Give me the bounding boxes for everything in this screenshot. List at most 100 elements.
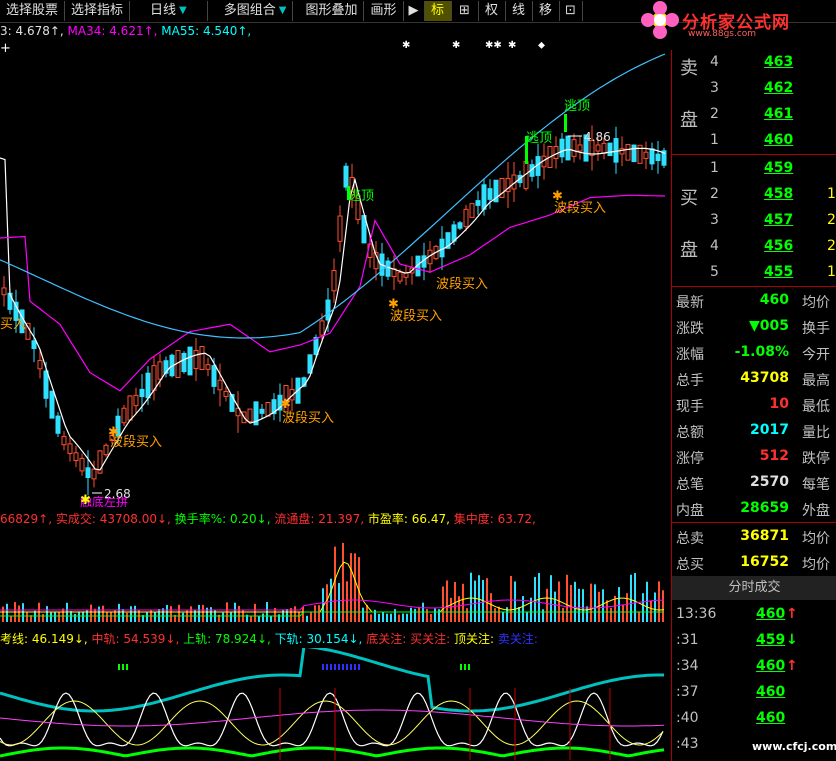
buy-order-row[interactable]: 3 457 2	[672, 208, 836, 234]
grid-icon[interactable]: ⊞	[452, 1, 479, 21]
volume-bar	[582, 589, 584, 622]
candle-body	[565, 135, 571, 161]
play-icon[interactable]: ▶	[404, 1, 425, 21]
volume-bar	[542, 609, 544, 622]
total-value: 36871	[740, 528, 789, 544]
volume-bar	[614, 595, 616, 622]
watermark: www.cfcj.com	[752, 740, 836, 753]
buy-label-4: 波段买入	[436, 277, 488, 292]
volume-bar	[562, 608, 564, 622]
overlay-button[interactable]: 图形叠加	[293, 1, 365, 21]
candle-body	[397, 271, 403, 282]
volume-chart[interactable]	[0, 526, 670, 626]
ma55-line	[0, 53, 666, 339]
volume-bar	[306, 615, 308, 622]
quote-extra-label: 跌停	[802, 451, 830, 467]
quote-row: 总额 2017 量比	[672, 418, 836, 444]
volume-bar	[230, 612, 232, 622]
candle-body	[121, 407, 127, 424]
candle-body	[457, 222, 463, 229]
select-stock-button[interactable]: 选择股票	[0, 1, 66, 21]
move-icon[interactable]: 移	[533, 1, 560, 21]
candle-body	[199, 345, 205, 371]
buy-order-row[interactable]: 4 456 2	[672, 234, 836, 260]
volume-bar	[58, 612, 60, 622]
quote-value: 2570	[750, 474, 789, 490]
quote-row: 涨停 512 跌停	[672, 444, 836, 470]
candle-body	[475, 200, 481, 206]
volume-bar	[442, 586, 444, 622]
order-volume: 1	[827, 264, 836, 280]
sell-order-row[interactable]: 3 462	[672, 76, 836, 102]
volume-bar	[54, 611, 56, 622]
candle-body	[331, 270, 337, 292]
tick-price: 460	[756, 606, 786, 622]
ma34-line	[0, 194, 666, 392]
quote-value: 512	[759, 448, 789, 464]
draw-button[interactable]: 画形	[364, 1, 404, 21]
line-icon[interactable]: 线	[506, 1, 533, 21]
peak-value: 4.86	[584, 130, 611, 144]
band-indicator-chart[interactable]	[0, 648, 670, 760]
buy-order-row[interactable]: 2 458 1	[672, 182, 836, 208]
volume-bar	[254, 603, 256, 622]
band-signal-mark	[346, 664, 348, 670]
window-icon[interactable]: ⊡	[560, 1, 583, 21]
quote-row: 最新 460 均价	[672, 288, 836, 314]
volume-bar	[618, 587, 620, 622]
buy-label-2: 波段买入	[282, 411, 334, 426]
tick-direction-icon: ↑	[786, 658, 798, 674]
volume-bar	[426, 608, 428, 622]
volume-bar	[250, 615, 252, 622]
sell-order-row[interactable]: 2 461	[672, 102, 836, 128]
band-signal-marks	[118, 664, 470, 670]
volume-bar	[466, 608, 468, 622]
sell-order-row[interactable]: 4 463	[672, 50, 836, 76]
candle-body	[187, 346, 193, 376]
period-dropdown[interactable]: 日线 ▼	[130, 1, 208, 21]
rights-icon[interactable]: 权	[479, 1, 506, 21]
volume-bar	[298, 611, 300, 622]
volume-bar	[418, 607, 420, 622]
float-shares: 流通盘: 21.397,	[274, 512, 365, 526]
candle-body	[139, 388, 145, 398]
volume-bar	[438, 609, 440, 622]
escape-label-1: 逃顶	[348, 189, 374, 204]
buy-order-row[interactable]: 1 459	[672, 156, 836, 182]
volume-bar	[170, 606, 172, 622]
candle-body	[73, 452, 79, 462]
volume-bar	[406, 613, 408, 622]
band-signal-mark	[322, 664, 324, 670]
candle-body	[469, 203, 475, 218]
volume-bar	[386, 613, 388, 622]
ma-legend: 3: 4.678↑, MA34: 4.621↑, MA55: 4.540↑,	[0, 24, 251, 38]
tick-time: 13:36	[676, 606, 717, 622]
candle-body	[31, 340, 37, 350]
site-logo: 分析家公式网 www.88gs.com	[636, 0, 836, 40]
kline-chart[interactable]: ✱ ✱ ✱✱ ✱ ⬥ 逃顶 逃顶 逃顶 4.86 ✱ 波段买入 ✱ 波段买入 ✱…	[0, 38, 670, 508]
total-value: 16752	[740, 554, 789, 570]
volume-bar	[590, 583, 592, 622]
multi-chart-dropdown[interactable]: 多图组合 ▼	[208, 1, 294, 21]
tick-row: :34 460 ↑	[672, 654, 836, 680]
mark-icon[interactable]: 标	[424, 1, 452, 21]
volume-bar	[130, 606, 132, 622]
chevron-down-icon: ▼	[278, 5, 287, 16]
volume-bar	[634, 573, 636, 622]
volume-bar	[398, 614, 400, 622]
select-indicator-button[interactable]: 选择指标	[65, 1, 131, 21]
quote-value: 28659	[740, 500, 789, 516]
volume-bar	[70, 611, 72, 622]
band-signal-mark	[126, 664, 128, 670]
volume-bar	[334, 546, 336, 622]
volume-bar	[74, 613, 76, 622]
candle-body	[205, 364, 211, 370]
buy-order-row[interactable]: 5 455 1	[672, 260, 836, 286]
top-watch-label: 顶关注:	[453, 632, 494, 646]
volume-bar	[474, 580, 476, 622]
tick-time: :34	[676, 658, 699, 674]
band-signal-mark	[122, 664, 124, 670]
volume-bar	[198, 604, 200, 622]
quote-value: 10	[769, 396, 789, 412]
sell-order-row[interactable]: 1 460	[672, 128, 836, 154]
